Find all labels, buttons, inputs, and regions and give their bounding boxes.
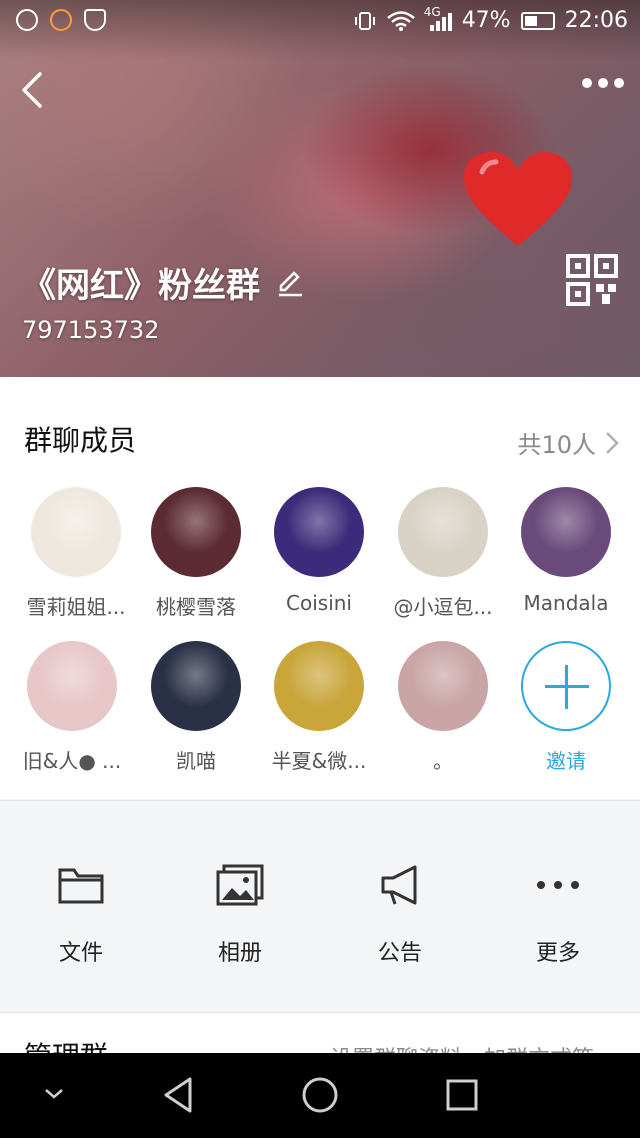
member-item[interactable]: Coisini xyxy=(257,487,381,615)
system-nav-bar xyxy=(0,1053,640,1138)
invite-label: 邀请 xyxy=(546,749,586,773)
avatar xyxy=(31,487,121,577)
back-arrow-icon[interactable] xyxy=(16,70,56,110)
member-name: 雪莉姐姐... xyxy=(26,595,126,619)
folder-icon xyxy=(58,868,104,904)
action-announcement[interactable]: 公告 xyxy=(340,861,460,967)
home-circle-icon[interactable] xyxy=(300,1075,340,1115)
avatar xyxy=(151,641,241,731)
members-count[interactable]: 共10人 xyxy=(517,425,620,460)
action-label: 更多 xyxy=(535,941,580,966)
plus-icon xyxy=(521,641,611,731)
wifi-icon xyxy=(386,10,415,31)
avatar xyxy=(274,641,364,731)
member-name: Mandala xyxy=(523,591,609,615)
member-name: 。 xyxy=(433,749,453,773)
chevron-down-icon[interactable] xyxy=(40,1083,68,1103)
group-header: 4G 47% 22:06 《网红》粉丝群 797153732 xyxy=(0,0,640,377)
qr-code-icon[interactable] xyxy=(566,254,618,306)
network-type: 4G xyxy=(423,4,441,19)
member-item[interactable]: @小逗包... xyxy=(381,487,505,620)
action-label: 公告 xyxy=(377,941,422,966)
chevron-right-icon xyxy=(606,431,619,454)
heart-sticker xyxy=(464,152,572,246)
avatar xyxy=(398,641,488,731)
avatar xyxy=(274,487,364,577)
avatar xyxy=(521,487,611,577)
member-name: 旧&人● ... xyxy=(22,749,122,773)
battery-percent: 47% xyxy=(461,8,511,33)
group-name[interactable]: 《网红》粉丝群 xyxy=(22,258,304,307)
action-more[interactable]: 更多 xyxy=(498,861,618,967)
members-count-text: 共10人 xyxy=(517,431,596,459)
group-id: 797153732 xyxy=(22,316,160,344)
more-dots-icon xyxy=(537,881,579,889)
member-item[interactable]: 桃樱雪落 xyxy=(134,487,258,620)
action-label: 文件 xyxy=(58,941,103,966)
weibo-icon xyxy=(16,9,38,31)
avatar xyxy=(151,487,241,577)
quick-actions: 文件 相册 公告 更多 xyxy=(0,800,640,997)
member-item[interactable]: 。 xyxy=(381,641,505,774)
member-name: Coisini xyxy=(286,591,352,615)
members-section: 群聊成员 共10人 雪莉姐姐... 桃樱雪落 Coisini @小逗包... M… xyxy=(0,377,640,799)
member-item[interactable]: Mandala xyxy=(504,487,628,615)
action-label: 相册 xyxy=(217,941,262,966)
recents-square-icon[interactable] xyxy=(444,1077,480,1113)
member-item[interactable]: 旧&人● ... xyxy=(10,641,134,774)
back-triangle-icon[interactable] xyxy=(160,1075,196,1115)
avatar xyxy=(398,487,488,577)
emoji-app-icon xyxy=(50,9,72,31)
battery-icon xyxy=(520,11,555,30)
clock: 22:06 xyxy=(564,8,628,33)
member-name: @小逗包... xyxy=(393,595,493,619)
invite-button[interactable]: 邀请 xyxy=(504,641,628,774)
action-files[interactable]: 文件 xyxy=(21,861,141,967)
status-bar: 4G 47% 22:06 xyxy=(0,0,640,44)
album-icon xyxy=(216,864,264,906)
member-name: 凯喵 xyxy=(176,749,216,773)
action-album[interactable]: 相册 xyxy=(180,861,300,967)
members-title: 群聊成员 xyxy=(24,424,137,457)
member-name: 桃樱雪落 xyxy=(156,595,236,619)
shield-icon xyxy=(84,9,106,31)
megaphone-icon xyxy=(381,865,417,905)
group-name-text: 《网红》粉丝群 xyxy=(22,266,260,306)
vibrate-icon xyxy=(354,11,375,30)
member-item[interactable]: 凯喵 xyxy=(134,641,258,774)
member-item[interactable]: 半夏&微... xyxy=(257,641,381,774)
edit-pencil-icon[interactable] xyxy=(276,269,304,297)
member-name: 半夏&微... xyxy=(271,749,367,773)
member-item[interactable]: 雪莉姐姐... xyxy=(14,487,138,620)
more-options-icon[interactable] xyxy=(582,78,624,88)
avatar xyxy=(27,641,117,731)
